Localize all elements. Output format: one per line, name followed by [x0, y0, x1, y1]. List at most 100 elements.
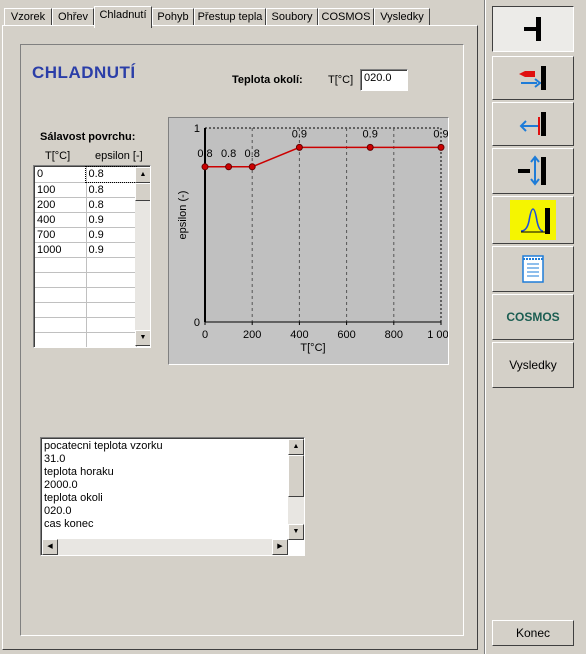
memo-horizontal-scrollbar[interactable]: ◀ ▶ — [42, 539, 288, 555]
cell-temperature[interactable] — [35, 272, 87, 288]
cell-epsilon[interactable]: 0.8 — [85, 166, 137, 183]
table-row[interactable] — [35, 332, 137, 347]
end-button[interactable]: Konec — [492, 620, 574, 646]
cell-temperature[interactable]: 700 — [35, 227, 87, 243]
x-tick-label: 0 — [202, 329, 208, 341]
cell-temperature[interactable]: 1000 — [35, 242, 87, 258]
table-row[interactable]: 700 0.9 — [35, 227, 137, 243]
heat-transfer-icon — [520, 208, 550, 234]
tab-soubory[interactable]: Soubory — [266, 8, 318, 26]
tab-prestup-tepla[interactable]: Přestup tepla — [194, 8, 266, 26]
memo-line: pocatecni teplota vzorku — [44, 440, 163, 452]
emissivity-chart: 0 200 400 600 800 1 000 0 1 epsilon (-) T[°C] 0.8 0… — [168, 117, 455, 365]
data-label: 0.9 — [433, 128, 448, 140]
cell-epsilon[interactable] — [86, 302, 137, 318]
memo-line: 31.0 — [44, 453, 66, 465]
page-title: CHLADNUTÍ — [32, 63, 136, 82]
data-point — [225, 163, 233, 171]
memo-scroll-up-button[interactable]: ▲ — [288, 439, 304, 455]
ambient-temp-input[interactable]: 020.0 — [360, 69, 408, 91]
tab-chladnuti[interactable]: Chladnutí — [94, 6, 152, 28]
toolbar-cosmos-button[interactable]: COSMOS — [492, 294, 574, 340]
toolbar-heating-button[interactable] — [492, 56, 574, 100]
memo-scroll-down-button[interactable]: ▼ — [288, 524, 304, 540]
cell-epsilon[interactable] — [86, 272, 137, 288]
cell-temperature[interactable] — [35, 332, 87, 347]
cell-epsilon[interactable]: 0.8 — [86, 182, 137, 198]
memo-line: 020.0 — [44, 505, 72, 517]
table-row[interactable]: 1000 0.9 — [35, 242, 137, 258]
emissivity-table[interactable]: 0 0.8 100 0.8 200 0.8 400 0.9 700 0.9 1000 0.9 ▲ ▼ — [33, 165, 151, 348]
table-row[interactable] — [35, 272, 137, 288]
ambient-temp-unit: T[°C] — [328, 74, 354, 86]
toolbar-cooling-button[interactable] — [492, 102, 574, 146]
scroll-thumb[interactable] — [135, 183, 150, 201]
table-scrollbar[interactable]: ▲ ▼ — [135, 167, 150, 346]
cell-epsilon[interactable]: 0.9 — [86, 242, 137, 258]
cell-epsilon[interactable]: 0.9 — [86, 212, 137, 228]
scroll-up-button[interactable]: ▲ — [135, 167, 150, 183]
cell-epsilon[interactable] — [86, 287, 137, 303]
cell-temperature[interactable] — [35, 302, 87, 318]
table-row[interactable]: 200 0.8 — [35, 197, 137, 213]
cell-temperature[interactable] — [35, 257, 87, 273]
cell-temperature[interactable]: 100 — [35, 182, 87, 198]
memo-line: cas konec — [44, 518, 94, 530]
tab-vysledky[interactable]: Vysledky — [374, 8, 430, 26]
cosmos-label: COSMOS — [506, 310, 560, 324]
y-tick-label: 0 — [194, 317, 200, 329]
cell-epsilon[interactable] — [86, 317, 137, 333]
y-tick-label: 1 — [194, 123, 200, 135]
cell-temperature[interactable]: 0 — [35, 167, 87, 183]
memo-scroll-thumb[interactable] — [288, 455, 304, 497]
toolbar-motion-button[interactable] — [492, 148, 574, 194]
tab-cosmos[interactable]: COSMOS — [318, 8, 374, 26]
toolbar-heat-transfer-button[interactable] — [492, 196, 574, 244]
memo-line: 2000.0 — [44, 479, 78, 491]
cell-epsilon[interactable] — [86, 332, 137, 347]
col-header-t: T[°C] — [45, 150, 71, 162]
data-point — [248, 163, 256, 171]
memo-scroll-left-button[interactable]: ◀ — [42, 539, 58, 555]
x-tick-label: 400 — [290, 329, 308, 341]
data-point — [366, 143, 374, 151]
cooling-icon — [519, 112, 546, 136]
heat-transfer-highlight — [510, 200, 556, 240]
notepad-icon — [522, 255, 544, 283]
toolbar-results-button[interactable]: Vysledky — [492, 342, 574, 388]
scroll-down-button[interactable]: ▼ — [135, 330, 150, 346]
cell-temperature[interactable]: 200 — [35, 197, 87, 213]
x-tick-label: 1 000 — [427, 329, 448, 341]
table-row[interactable] — [35, 317, 137, 333]
specimen-icon — [524, 17, 541, 41]
tab-ohrev[interactable]: Ohřev — [52, 8, 94, 26]
table-row[interactable]: 400 0.9 — [35, 212, 137, 228]
memo-vertical-scrollbar[interactable]: ▲ ▼ — [288, 439, 304, 540]
heating-icon — [519, 66, 546, 90]
results-label: Vysledky — [509, 358, 557, 372]
cell-temperature[interactable] — [35, 317, 87, 333]
cell-epsilon[interactable]: 0.9 — [86, 227, 137, 243]
data-label: 0.9 — [363, 128, 378, 140]
tab-pohyb[interactable]: Pohyb — [152, 8, 194, 26]
summary-text-area[interactable]: pocatecni teplota vzorku 31.0 teplota hora… — [40, 437, 305, 556]
toolbar-sample-button[interactable] — [492, 6, 574, 52]
tab-vzorek[interactable]: Vzorek — [4, 8, 52, 26]
table-row[interactable] — [35, 257, 137, 273]
chart-svg: 0 200 400 600 800 1 000 0 1 epsilon (-) T[°C] 0.8 0… — [177, 123, 455, 354]
memo-scroll-right-button[interactable]: ▶ — [272, 539, 288, 555]
cell-epsilon[interactable]: 0.8 — [86, 197, 137, 213]
data-point — [295, 143, 303, 151]
memo-line: teplota horaku — [44, 466, 114, 478]
cell-temperature[interactable]: 400 — [35, 212, 87, 228]
x-tick-label: 600 — [337, 329, 355, 341]
table-row[interactable]: 0 0.8 — [35, 166, 137, 183]
table-row[interactable]: 100 0.8 — [35, 182, 137, 198]
cell-temperature[interactable] — [35, 287, 87, 303]
ambient-temp-label: Teplota okolí: — [232, 74, 303, 86]
cell-epsilon[interactable] — [86, 257, 137, 273]
toolbar-files-button[interactable] — [492, 246, 574, 292]
table-row[interactable] — [35, 302, 137, 318]
table-row[interactable] — [35, 287, 137, 303]
y-axis-label: epsilon (-) — [177, 191, 189, 240]
